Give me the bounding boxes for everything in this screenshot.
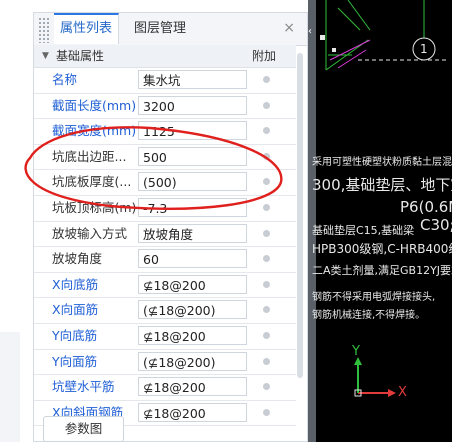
add-radio-icon[interactable] [263, 101, 270, 109]
property-value-field[interactable]: 放坡角度 [138, 223, 247, 243]
property-row[interactable]: 放坡角度 60 [34, 247, 296, 273]
left-strip [0, 0, 32, 442]
property-value-field[interactable]: ⊈18@200 [138, 377, 247, 397]
cad-axis-y-label: Y [352, 344, 360, 359]
property-value-field[interactable]: ⊈18@200 [138, 325, 247, 345]
cad-note-9: 钢筋机械连接,不得焊接。 [312, 310, 426, 321]
property-rows: 名称 集水坑 截面长度(mm) 3200 截面宽度(mm) 1125 坑底出边距... 500… [34, 68, 296, 427]
tab-property-list[interactable]: 属性列表 [54, 13, 119, 44]
scrollbar[interactable] [297, 53, 303, 378]
cad-note-6: HPB300级钢,C-HRB400级钢。 [312, 242, 452, 256]
add-radio-icon[interactable] [263, 280, 270, 288]
property-row[interactable]: X向底筋 ⊈18@200 [34, 273, 296, 299]
add-radio-icon[interactable] [263, 76, 270, 83]
property-value-field[interactable]: (500) [138, 172, 247, 192]
property-row[interactable]: 坑壁水平筋 ⊈18@200 [34, 375, 296, 401]
property-value-field[interactable]: 集水坑 [138, 70, 247, 89]
add-radio-icon[interactable] [263, 152, 270, 160]
property-value-field[interactable]: 3200 [138, 95, 247, 115]
cad-note-3: P6(0.6MPa) [400, 198, 452, 216]
section-basic-properties[interactable]: ▼ 基础属性 附加 [34, 45, 296, 68]
left-strip-bar [0, 332, 20, 442]
cad-note-8: 钢筋不得采用电弧焊接接头, [312, 292, 436, 303]
property-row[interactable]: 坑底板厚度(... (500) [34, 170, 296, 196]
property-row[interactable]: 坑底出边距... 500 [34, 145, 296, 171]
caret-down-icon[interactable]: ▼ [42, 45, 49, 67]
close-icon[interactable]: × [283, 20, 295, 36]
property-value-field[interactable]: 500 [138, 146, 247, 166]
property-value-field[interactable]: (⊈18@200) [138, 300, 247, 320]
add-radio-icon[interactable] [263, 383, 270, 391]
property-grid: ▼ 基础属性 附加 名称 集水坑 截面长度(mm) 3200 截面宽度(mm) 1125 坑… [34, 45, 296, 427]
property-name: 坑底板厚度(... [52, 174, 132, 190]
property-value-field[interactable]: ⊈18@200 [138, 402, 247, 422]
parameter-diagram-button[interactable]: 参数图 [43, 416, 124, 442]
cad-axis-x-label: X [398, 385, 407, 400]
cad-note-2: 300,基础垫层、地下室外墙 [312, 176, 452, 194]
property-row[interactable]: Y向面筋 (⊈18@200) [34, 350, 296, 376]
cad-axis-number: 1 [420, 42, 428, 56]
cad-canvas[interactable]: ‹ 1 采用可塑性硬塑状粉质黏土层混凝土 300,基础垫层、地下室外墙 P6(0… [308, 0, 452, 442]
cad-note-5: C30; [420, 216, 452, 234]
property-name: 坑壁水平筋 [52, 379, 115, 395]
property-name: 坑底出边距... [52, 148, 127, 164]
property-row[interactable]: 名称 集水坑 [34, 68, 296, 94]
add-radio-icon[interactable] [263, 331, 270, 339]
cad-note-7: 二A类土剂量,满足GB12YJ要求。 [312, 264, 452, 277]
drag-grip-icon[interactable] [38, 17, 50, 43]
property-name: 放坡输入方式 [52, 225, 128, 241]
cad-note-1: 采用可塑性硬塑状粉质黏土层混凝土 [312, 157, 452, 168]
property-name: Y向面筋 [52, 353, 98, 369]
add-radio-icon[interactable] [263, 255, 270, 263]
section-label: 基础属性 [56, 49, 105, 63]
property-value-field[interactable]: 1125 [138, 121, 247, 141]
add-radio-icon[interactable] [263, 229, 270, 237]
property-name: 截面长度(mm) [52, 97, 137, 113]
property-row[interactable]: 截面宽度(mm) 1125 [34, 119, 296, 145]
property-name: 截面宽度(mm) [52, 123, 137, 139]
property-value-field[interactable]: 60 [138, 249, 247, 269]
property-name: X向底筋 [52, 276, 99, 292]
add-radio-icon[interactable] [263, 357, 270, 365]
property-name: 放坡角度 [52, 251, 103, 267]
property-row[interactable]: 坑板顶标高(m) -7.3 [34, 196, 296, 222]
add-radio-icon[interactable] [263, 408, 270, 416]
property-name: 坑板顶标高(m) [52, 199, 137, 215]
panel-tabs: 属性列表 图层管理 × [34, 13, 307, 46]
property-name: X向面筋 [52, 302, 99, 318]
add-radio-icon[interactable] [263, 306, 270, 314]
property-value-field[interactable]: ⊈18@200 [138, 274, 247, 294]
property-row[interactable]: Y向底筋 ⊈18@200 [34, 324, 296, 350]
cad-note-4: 基础垫层C15,基础梁 [312, 224, 415, 237]
add-radio-icon[interactable] [263, 178, 270, 186]
add-column-header: 附加 [252, 49, 277, 63]
property-value-field[interactable]: -7.3 [138, 197, 247, 217]
property-row[interactable]: 截面长度(mm) 3200 [34, 94, 296, 120]
property-name: Y向底筋 [52, 327, 98, 343]
add-radio-icon[interactable] [263, 203, 270, 211]
add-radio-icon[interactable] [263, 127, 270, 135]
property-value-field[interactable]: (⊈18@200) [138, 351, 247, 371]
tab-layer-management[interactable]: 图层管理 [134, 13, 186, 44]
property-row[interactable]: X向面筋 (⊈18@200) [34, 298, 296, 324]
property-row[interactable]: 放坡输入方式 放坡角度 [34, 222, 296, 248]
property-name: 名称 [52, 72, 78, 87]
property-panel: 属性列表 图层管理 × ▼ 基础属性 附加 名称 集水坑 截面长度(mm) 3200 截… [33, 12, 308, 442]
